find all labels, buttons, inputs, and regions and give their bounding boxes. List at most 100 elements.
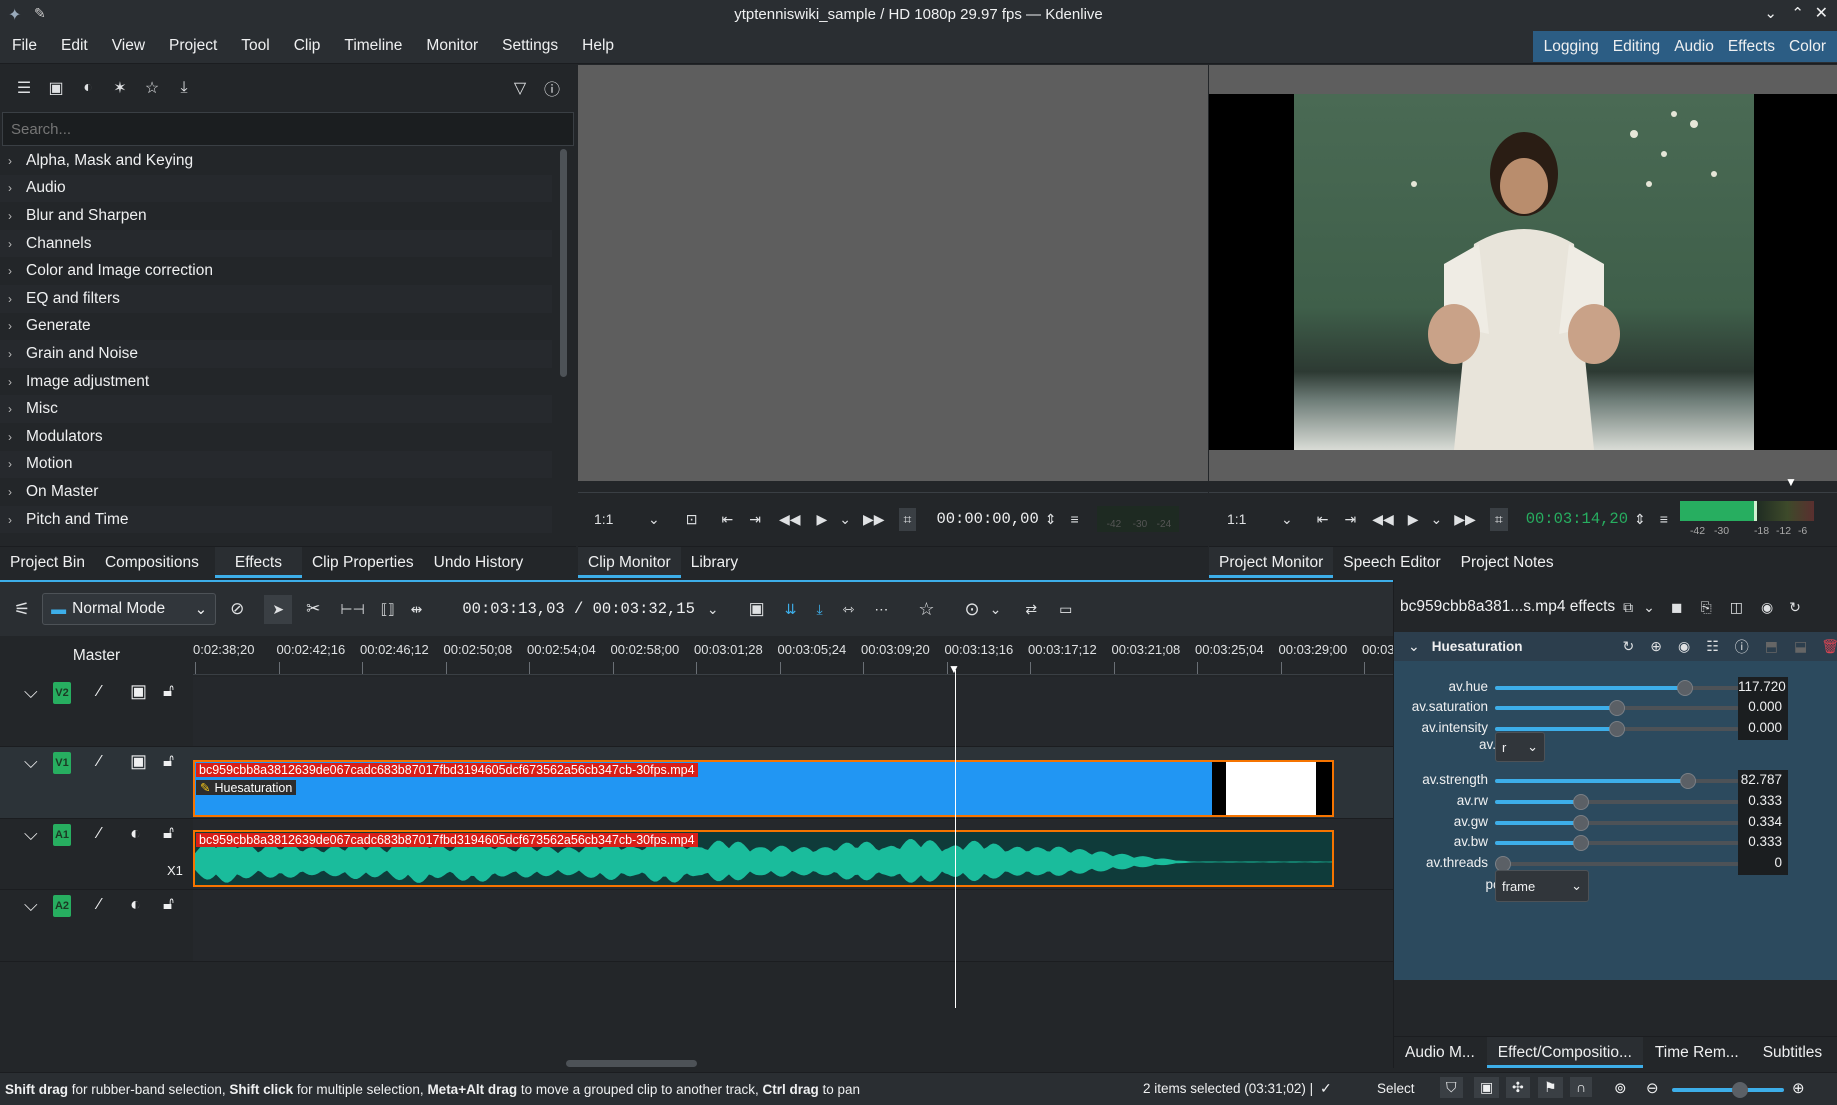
forward-icon[interactable]: ▶▶ xyxy=(863,511,885,528)
chevron-right-icon[interactable]: › xyxy=(8,430,26,444)
menu-help[interactable]: Help xyxy=(570,28,626,64)
zoom-slider-knob[interactable] xyxy=(1732,1082,1748,1098)
chevron-down-icon[interactable]: ⌄ xyxy=(707,601,719,618)
effects-wand-icon[interactable]: ⁄ xyxy=(98,753,101,771)
clip-monitor-menu-icon[interactable]: ≡ xyxy=(1071,511,1079,527)
zoom-out-icon[interactable]: ⊖ xyxy=(1646,1079,1659,1097)
param-slider-knob[interactable] xyxy=(1677,680,1693,696)
ripple-tool-icon[interactable]: ⟦⟧ xyxy=(381,601,395,618)
param-slider-knob[interactable] xyxy=(1609,721,1625,737)
collapse-icon[interactable]: ⌄ xyxy=(1408,638,1420,655)
project-monitor-ruler[interactable]: ▼ xyxy=(1209,475,1837,493)
chevron-down-icon[interactable]: ⌄ xyxy=(1643,599,1655,616)
keyframes-icon[interactable]: ☷ xyxy=(1706,638,1719,655)
hide-track-icon[interactable]: ▣ xyxy=(130,751,147,772)
chevron-down-icon[interactable]: ⌄ xyxy=(648,511,660,528)
overwrite-icon[interactable]: ⊘ xyxy=(230,599,244,619)
minimize-icon[interactable]: ⌄ xyxy=(1764,4,1777,22)
pin-icon[interactable]: ✎ xyxy=(34,5,46,22)
tab-effects[interactable]: Effects xyxy=(214,547,302,578)
thumbnail-icon[interactable]: ▣ xyxy=(1474,1077,1500,1098)
chevron-down-icon[interactable]: ⌄ xyxy=(1281,511,1293,528)
overwrite-clip-icon[interactable]: ⤓ xyxy=(816,601,822,618)
tab-project-monitor[interactable]: Project Monitor xyxy=(1209,547,1334,578)
set-out-icon[interactable]: ⇥ xyxy=(749,511,761,528)
chevron-right-icon[interactable]: › xyxy=(8,264,26,278)
param-slider-knob[interactable] xyxy=(1573,835,1589,851)
save-stack-icon[interactable]: ⎘ xyxy=(1701,599,1712,616)
param-slider[interactable] xyxy=(1495,680,1739,696)
rewind-icon[interactable]: ◀◀ xyxy=(779,511,801,528)
param-slider[interactable] xyxy=(1495,794,1739,810)
param-slider[interactable] xyxy=(1495,856,1739,872)
show-mask-icon[interactable]: ◼ xyxy=(1671,599,1683,616)
compare-icon[interactable]: ⧉ xyxy=(1623,599,1633,616)
close-icon[interactable]: ✕ xyxy=(1815,3,1828,23)
audio-effects-icon[interactable]: ◐ xyxy=(74,74,102,102)
lock-icon[interactable]: 🔓︎ xyxy=(163,894,174,914)
forward-icon[interactable]: ▶▶ xyxy=(1454,511,1476,528)
timeline-position[interactable]: 00:03:13,03 / 00:03:32,15 xyxy=(462,600,695,618)
effect-category[interactable]: › Generate xyxy=(0,313,552,341)
chevron-right-icon[interactable]: › xyxy=(8,485,26,499)
set-out-icon[interactable]: ⇥ xyxy=(1344,511,1356,528)
param-slider[interactable] xyxy=(1495,835,1739,851)
playhead-marker-icon[interactable]: ▼ xyxy=(948,662,960,676)
extract-icon[interactable]: ⇿ xyxy=(843,601,855,618)
favorite-icon[interactable]: ☆ xyxy=(138,74,166,102)
slip-tool-icon[interactable]: ⇹ xyxy=(411,601,423,618)
mixer-icon[interactable]: ⇄ xyxy=(1025,601,1037,618)
tab-undo-history[interactable]: Undo History xyxy=(424,547,534,578)
collapse-icon[interactable]: ⌵ xyxy=(24,752,38,773)
colors-select[interactable]: r ⌄ xyxy=(1495,732,1545,762)
zoom-in-icon[interactable]: ⊕ xyxy=(1792,1079,1805,1097)
menu-edit[interactable]: Edit xyxy=(49,28,100,64)
param-slider-knob[interactable] xyxy=(1680,773,1696,789)
chevron-right-icon[interactable]: › xyxy=(8,209,26,223)
tab-subtitles[interactable]: Subtitles xyxy=(1751,1037,1834,1068)
zoom-fit-icon[interactable]: ⊚ xyxy=(1614,1079,1627,1097)
crop-icon[interactable]: ⌗ xyxy=(1489,507,1508,531)
layout-effects[interactable]: Effects xyxy=(1721,38,1782,56)
effect-category[interactable]: › Blur and Sharpen xyxy=(0,202,552,230)
track-name[interactable]: V1 xyxy=(53,752,71,774)
check-icon[interactable]: ✓ xyxy=(1320,1080,1332,1097)
set-in-icon[interactable]: ⇤ xyxy=(721,511,733,528)
hide-track-icon[interactable]: ▣ xyxy=(130,681,147,702)
effects-search-input[interactable] xyxy=(2,112,574,146)
effect-category[interactable]: › Image adjustment xyxy=(0,368,552,396)
play-icon[interactable]: ▶ xyxy=(816,511,827,528)
project-timecode[interactable]: 00:03:14,20 xyxy=(1526,510,1628,528)
favorite-icon[interactable]: ☆ xyxy=(918,599,934,620)
menu-project[interactable]: Project xyxy=(157,28,229,64)
timecode-spin-icon[interactable]: ⇕ xyxy=(1045,511,1057,528)
lock-icon[interactable]: 🔓︎ xyxy=(163,823,174,843)
chevron-right-icon[interactable]: › xyxy=(8,375,26,389)
menu-file[interactable]: File xyxy=(0,28,49,64)
tab-speech-editor[interactable]: Speech Editor xyxy=(1333,547,1450,578)
layout-editing[interactable]: Editing xyxy=(1606,38,1667,56)
effect-category[interactable]: › Motion xyxy=(0,450,552,479)
param-slider-knob[interactable] xyxy=(1609,700,1625,716)
play-icon[interactable]: ▶ xyxy=(1408,511,1419,528)
zoom-icon[interactable]: ⊕ xyxy=(1650,638,1662,655)
track-name[interactable]: V2 xyxy=(53,682,71,704)
track-name[interactable]: A2 xyxy=(53,895,71,917)
chevron-right-icon[interactable]: › xyxy=(8,292,26,306)
info-icon[interactable]: ⓘ xyxy=(1735,637,1749,657)
effect-category[interactable]: › Misc xyxy=(0,395,552,423)
effects-wand-icon[interactable]: ⁄ xyxy=(98,896,101,914)
chevron-right-icon[interactable]: › xyxy=(8,513,26,527)
collapse-icon[interactable]: ⌵ xyxy=(24,682,38,703)
menu-clip[interactable]: Clip xyxy=(282,28,333,64)
param-slider[interactable] xyxy=(1495,815,1739,831)
download-icon[interactable]: ⤓ xyxy=(170,74,198,102)
menu-tool[interactable]: Tool xyxy=(229,28,281,64)
tab-library[interactable]: Library xyxy=(681,547,748,578)
maximize-icon[interactable]: ⌃ xyxy=(1791,4,1804,22)
effect-category[interactable]: › On Master xyxy=(0,478,552,506)
insert-clip-icon[interactable]: ⇊ xyxy=(785,601,797,618)
custom-effects-icon[interactable]: ✶ xyxy=(106,74,134,102)
track-lane-v2[interactable] xyxy=(193,677,1393,747)
lock-icon[interactable]: 🔓︎ xyxy=(163,681,174,701)
